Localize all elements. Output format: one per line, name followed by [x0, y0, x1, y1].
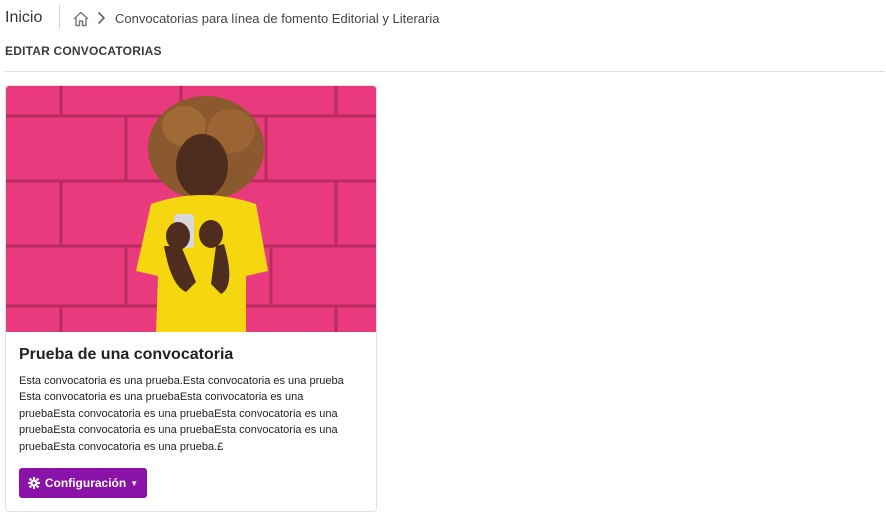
divider: [5, 71, 885, 72]
chevron-right-icon: [97, 11, 106, 25]
top-bar: Inicio Convocatorias para línea de fomen…: [0, 0, 886, 36]
convocatoria-card: Prueba de una convocatoria Esta convocat…: [5, 85, 377, 512]
page-title: EDITAR CONVOCATORIAS: [5, 44, 162, 58]
home-link[interactable]: Inicio: [5, 9, 42, 27]
breadcrumb[interactable]: Convocatorias para línea de fomento Edit…: [115, 11, 439, 26]
home-icon[interactable]: [72, 10, 90, 28]
separator: [59, 5, 60, 29]
configuracion-button-label: Configuración: [44, 476, 127, 490]
gear-icon: [27, 477, 40, 489]
caret-down-icon: ▼: [130, 478, 139, 488]
card-title: Prueba de una convocatoria: [19, 346, 234, 363]
card-description: Esta convocatoria es una prueba.Esta con…: [19, 375, 344, 453]
card-image: [6, 86, 376, 332]
configuracion-button[interactable]: Configuración ▼: [19, 468, 147, 498]
